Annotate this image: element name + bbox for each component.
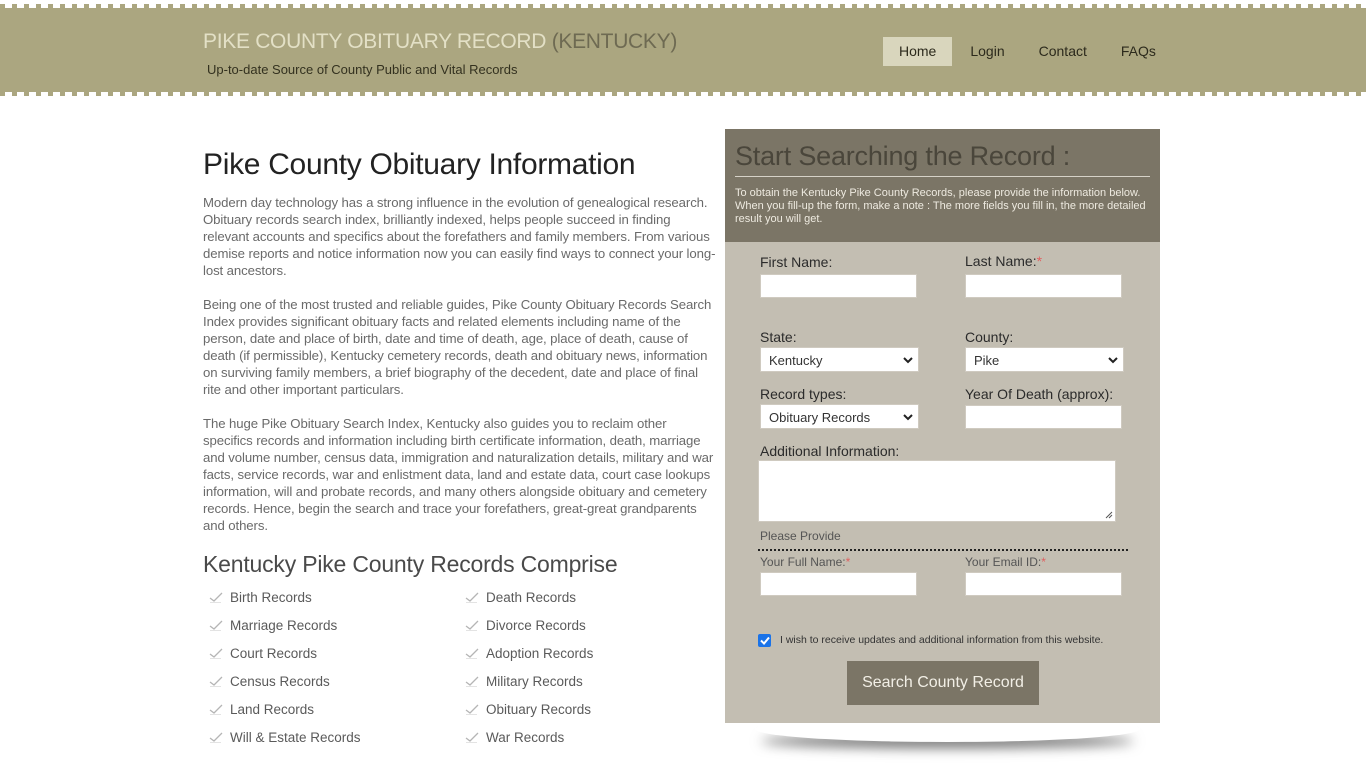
- checkmark-icon: [759, 636, 770, 645]
- search-form-panel: Start Searching the Record : To obtain t…: [725, 129, 1160, 723]
- site-tagline: Up-to-date Source of County Public and V…: [207, 62, 518, 77]
- chevron-down-icon: [903, 414, 913, 421]
- intro-paragraph-2: Being one of the most trusted and reliab…: [203, 297, 712, 397]
- record-list-item: Divorce Records: [465, 616, 721, 634]
- check-icon: [465, 620, 479, 631]
- record-list-item: Census Records: [209, 672, 465, 690]
- check-icon: [465, 732, 479, 743]
- nav-faqs[interactable]: FAQs: [1105, 37, 1172, 66]
- records-list: Birth Records Death Records Marriage Recor…: [203, 588, 718, 746]
- county-select-value: Pike: [974, 353, 1000, 368]
- please-provide-label: Please Provide: [760, 529, 841, 543]
- resize-handle-icon[interactable]: [1105, 511, 1113, 519]
- last-name-input[interactable]: [965, 274, 1122, 298]
- nav-contact[interactable]: Contact: [1023, 37, 1103, 66]
- additional-info-textarea[interactable]: [758, 460, 1116, 522]
- record-list-item: Land Records: [209, 700, 465, 718]
- full-name-input[interactable]: [760, 572, 917, 596]
- record-label: Will & Estate Records: [230, 729, 361, 745]
- check-icon: [209, 704, 223, 715]
- search-county-record-button[interactable]: Search County Record: [847, 661, 1039, 705]
- last-name-label: Last Name:*: [965, 253, 1043, 269]
- intro-paragraph-1: Modern day technology has a strong influ…: [203, 195, 716, 278]
- check-icon: [465, 648, 479, 659]
- check-icon: [465, 704, 479, 715]
- intro-paragraph-3: The huge Pike Obituary Search Index, Ken…: [203, 416, 714, 533]
- main-nav: Home Login Contact FAQs: [883, 37, 1174, 66]
- record-label: Birth Records: [230, 589, 312, 605]
- record-list-item: Military Records: [465, 672, 721, 690]
- site-title-text: PIKE COUNTY OBITUARY RECORD: [203, 30, 547, 53]
- form-header: Start Searching the Record : To obtain t…: [725, 129, 1160, 242]
- year-of-death-label: Year Of Death (approx):: [965, 386, 1114, 402]
- county-label: County:: [965, 329, 1014, 345]
- first-name-input[interactable]: [760, 274, 917, 298]
- check-icon: [209, 648, 223, 659]
- record-label: Death Records: [486, 589, 577, 605]
- record-list-item: War Records: [465, 728, 721, 746]
- state-label: State:: [760, 329, 797, 345]
- record-label: War Records: [486, 729, 565, 745]
- form-title: Start Searching the Record :: [735, 141, 1150, 177]
- nav-login[interactable]: Login: [954, 37, 1020, 66]
- main-content: Pike County Obituary Information Modern …: [203, 148, 718, 746]
- check-icon: [465, 676, 479, 687]
- record-list-item: Marriage Records: [209, 616, 465, 634]
- page-title: Pike County Obituary Information: [203, 148, 636, 181]
- site-title-state: (KENTUCKY): [551, 30, 678, 53]
- record-list-item: Court Records: [209, 644, 465, 662]
- records-section-title: Kentucky Pike County Records Comprise: [203, 551, 618, 577]
- nav-home[interactable]: Home: [883, 37, 953, 66]
- check-icon: [209, 732, 223, 743]
- consent-label[interactable]: I wish to receive updates and additional…: [780, 634, 1103, 646]
- record-label: Adoption Records: [486, 645, 594, 661]
- state-select[interactable]: Kentucky: [760, 347, 919, 372]
- record-label: Obituary Records: [486, 701, 592, 717]
- record-label: Divorce Records: [486, 617, 586, 633]
- additional-info-label: Additional Information:: [760, 443, 900, 459]
- record-list-item: Will & Estate Records: [209, 728, 465, 746]
- site-header: PIKE COUNTY OBITUARY RECORD (KENTUCKY) U…: [0, 4, 1366, 96]
- record-list-item: Death Records: [465, 588, 721, 606]
- record-list-item: Obituary Records: [465, 700, 721, 718]
- panel-shadow: [755, 716, 1140, 742]
- first-name-label: First Name:: [760, 254, 833, 270]
- email-label: Your Email ID:*: [965, 555, 1046, 569]
- record-label: Court Records: [230, 645, 318, 661]
- full-name-label: Your Full Name:*: [760, 555, 851, 569]
- consent-checkbox[interactable]: [758, 634, 771, 647]
- site-title[interactable]: PIKE COUNTY OBITUARY RECORD (KENTUCKY): [203, 30, 677, 54]
- check-icon: [209, 676, 223, 687]
- chevron-down-icon: [1108, 357, 1118, 364]
- record-types-select-value: Obituary Records: [769, 410, 871, 425]
- email-input[interactable]: [965, 572, 1122, 596]
- record-list-item: Adoption Records: [465, 644, 721, 662]
- county-select[interactable]: Pike: [965, 347, 1124, 372]
- year-of-death-input[interactable]: [965, 405, 1122, 429]
- form-description: To obtain the Kentucky Pike County Recor…: [735, 187, 1146, 225]
- record-types-select[interactable]: Obituary Records: [760, 404, 919, 429]
- check-icon: [209, 592, 223, 603]
- chevron-down-icon: [903, 357, 913, 364]
- record-types-label: Record types:: [760, 386, 847, 402]
- section-divider: [758, 549, 1128, 551]
- check-icon: [465, 592, 479, 603]
- check-icon: [209, 620, 223, 631]
- record-label: Marriage Records: [230, 617, 338, 633]
- state-select-value: Kentucky: [769, 353, 823, 368]
- record-label: Military Records: [486, 673, 583, 689]
- record-list-item: Birth Records: [209, 588, 465, 606]
- record-label: Land Records: [230, 701, 315, 717]
- record-label: Census Records: [230, 673, 330, 689]
